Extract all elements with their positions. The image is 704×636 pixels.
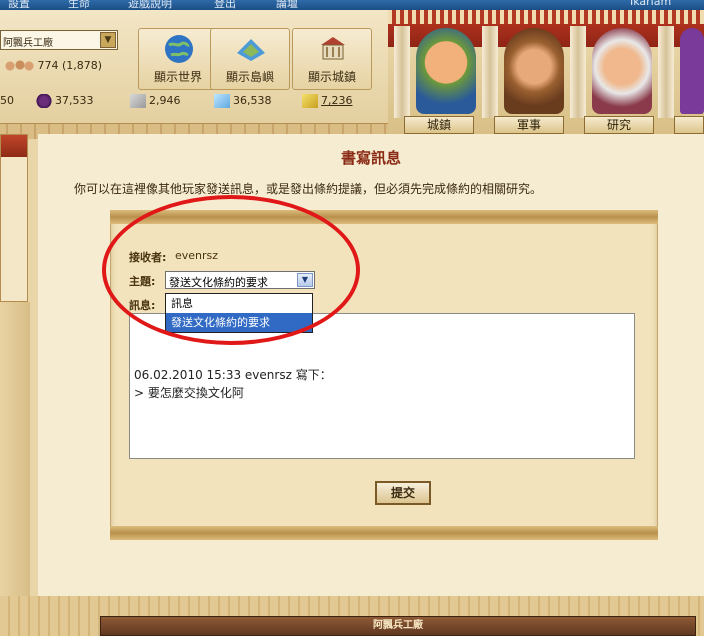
show-world-button[interactable]: 顯示世界 [138,28,218,90]
resource-crystal[interactable]: 36,538 [214,94,272,108]
advisor-tab-military[interactable]: 軍事 [494,116,564,134]
menu-item-life[interactable]: 生命 [68,0,90,10]
menu-item-right[interactable]: Ikariam [630,0,671,8]
military-advisor-icon[interactable] [504,28,564,114]
chevron-down-icon[interactable]: ▼ [100,32,116,48]
recipient-value: evenrsz [175,249,219,262]
subject-select[interactable]: 發送文化條約的要求 ▼ [165,271,315,289]
left-decoration [0,302,30,602]
research-advisor-icon[interactable] [592,28,652,114]
crystal-value: 36,538 [233,94,272,107]
submit-button[interactable]: 提交 [375,481,431,505]
show-island-button[interactable]: 顯示島嶼 [210,28,290,90]
sulfur-value[interactable]: 7,236 [321,94,353,107]
column [394,26,410,118]
message-body-textarea[interactable]: 06.02.2010 15:33 evenrsz 寫下： > 要怎麼交換文化阿 [129,313,635,459]
menu-item-options[interactable]: 設置 [8,0,30,10]
advisor-tab-town[interactable]: 城鎮 [404,116,474,134]
column [658,26,674,118]
menu-item-help[interactable]: 遊戲說明 [128,0,172,10]
page-description: 你可以在這裡像其他玩家發送訊息，或是發出條約提議，但必須先完成條約的相關研究。 [74,182,543,196]
town-selector[interactable]: 阿飄兵工廠 ▼ [0,30,118,50]
town-name: 阿飄兵工廠 [3,38,53,49]
advisor-tab-research[interactable]: 研究 [584,116,654,134]
recipient-label: 接收者: [129,251,167,264]
town-footer-bar[interactable]: 阿飄兵工廠 [100,616,696,636]
subject-options-list: 訊息 發送文化條約的要求 [165,293,313,333]
top-menu-bar: 設置 生命 遊戲說明 登出 論壇 Ikariam [0,0,704,10]
subject-option-message[interactable]: 訊息 [166,294,312,313]
advisors-panel: 城鎮 軍事 研究 [388,10,704,134]
body-label: 訊息: [129,299,156,312]
subject-label: 主題: [129,275,156,288]
scroll-rod-top [110,210,658,224]
show-world-label: 顯示世界 [153,70,202,84]
crystal-icon [214,94,230,108]
column [482,26,498,118]
population: 774 (1,878) [4,59,102,73]
wood-value: 50 [0,94,14,107]
resource-sulfur[interactable]: 7,236 [302,94,353,108]
mayor-advisor-icon[interactable] [416,28,476,114]
marble-value: 2,946 [149,94,181,107]
wine-value: 37,533 [55,94,94,107]
advisor-tab-diplomacy[interactable] [674,116,704,134]
marble-icon [130,94,146,108]
show-island-label: 顯示島嶼 [225,70,274,84]
globe-icon [165,35,193,63]
scroll-rod-bottom [110,526,658,540]
subject-selected-value: 發送文化條約的要求 [169,276,268,289]
grapes-icon [36,94,52,108]
menu-item-logout[interactable]: 登出 [214,0,236,10]
population-value: 774 (1,878) [37,59,103,72]
show-town-label: 顯示城鎮 [307,70,356,84]
menu-item-forum[interactable]: 論壇 [276,0,298,10]
resource-bar: 50 37,533 2,946 36,538 7,236 [0,94,390,114]
city-header: 阿飄兵工廠 ▼ 774 (1,878) 顯示世界 顯示島嶼 顯示城鎮 50 37… [0,10,390,139]
left-info-panel [0,134,28,302]
island-icon [237,39,265,61]
page-title: 書寫訊息 [340,149,401,167]
subject-option-culture-treaty[interactable]: 發送文化條約的要求 [166,313,312,332]
column [570,26,586,118]
meander-border [388,10,704,24]
town-hall-icon [321,37,345,60]
message-form: 接收者: evenrsz 主題: 發送文化條約的要求 ▼ 訊息 發送文化條約的要… [110,210,658,540]
sulfur-icon [302,94,318,108]
resource-wood[interactable]: 50 [0,94,14,107]
resource-wine[interactable]: 37,533 [36,94,94,108]
citizens-icon [4,59,34,73]
main-content: 書寫訊息 你可以在這裡像其他玩家發送訊息，或是發出條約提議，但必須先完成條約的相… [38,134,704,596]
resource-marble[interactable]: 2,946 [130,94,181,108]
show-town-button[interactable]: 顯示城鎮 [292,28,372,90]
diplomat-advisor-icon[interactable] [680,28,704,114]
quoted-text: > 要怎麼交換文化阿 [134,386,244,400]
chevron-down-icon[interactable]: ▼ [297,273,313,287]
left-panel-header [1,135,27,157]
quoted-header: 06.02.2010 15:33 evenrsz 寫下： [134,368,332,382]
